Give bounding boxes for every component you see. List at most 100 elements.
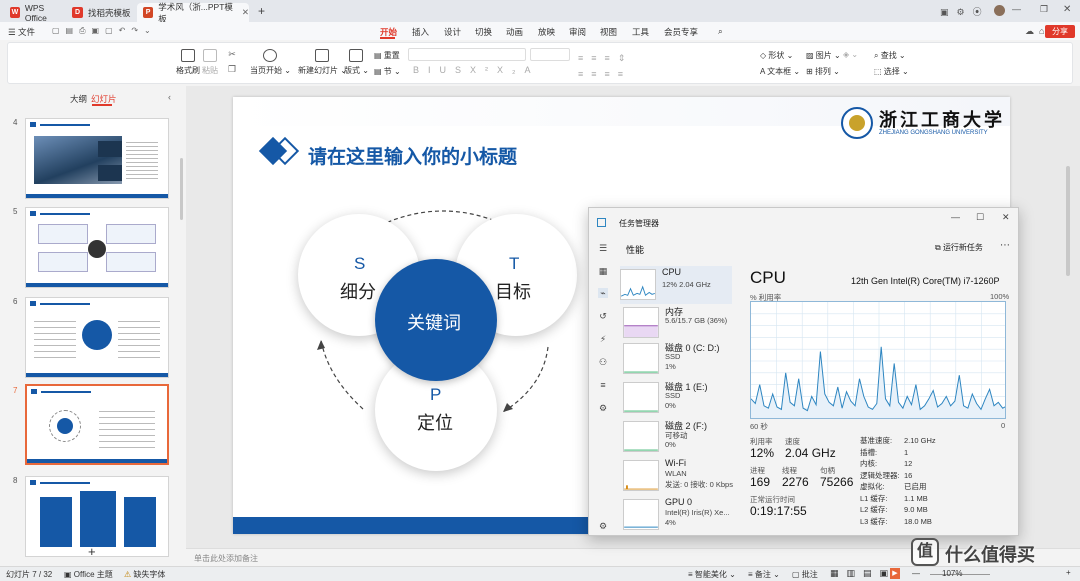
perf-item-disk-1[interactable]: 磁盘 1 (E:) SSD 0%	[623, 379, 733, 417]
minimize-button[interactable]: —	[1012, 4, 1021, 14]
university-seal	[841, 107, 873, 139]
processes-icon[interactable]: ▦	[598, 266, 608, 276]
layout-button[interactable]: 版式 ⌄	[344, 49, 369, 76]
slide-thumbnail-5[interactable]	[25, 207, 169, 288]
slide-thumbnail-4[interactable]	[25, 118, 169, 199]
new-tab-button[interactable]: +	[258, 4, 265, 18]
zoom-out-icon[interactable]: —	[912, 569, 920, 578]
tab-review[interactable]: 审阅	[569, 26, 586, 38]
smart-beautify-button[interactable]: ≡ 智能美化 ⌄	[688, 569, 736, 580]
section-button[interactable]: ▤ 节 ⌄	[374, 66, 401, 77]
panel-scrollbar[interactable]	[180, 158, 183, 220]
font-size-select[interactable]	[530, 48, 570, 61]
tab-outline[interactable]: 大纲	[70, 93, 87, 105]
tab-design[interactable]: 设计	[444, 26, 461, 38]
perf-item-disk-0[interactable]: 磁盘 0 (C: D:) SSD 1%	[623, 340, 733, 378]
arrange-button[interactable]: ⊞ 排列 ⌄	[806, 66, 840, 77]
docer-icon: D	[72, 7, 83, 18]
font-style-buttons[interactable]: BIUSX²X₂A	[413, 65, 540, 75]
history-icon[interactable]: ↺	[598, 311, 608, 321]
notes-button[interactable]: ≡ 备注 ⌄	[748, 569, 780, 580]
maximize-button[interactable]: ❐	[1040, 4, 1048, 15]
share-button[interactable]: 分享	[1045, 25, 1075, 38]
tab-slideshow[interactable]: 放映	[538, 26, 555, 38]
hamburger-icon[interactable]: ☰	[598, 243, 608, 253]
taskmgr-close-button[interactable]: ✕	[1002, 212, 1010, 223]
file-menu[interactable]: ☰ 文件	[8, 26, 35, 38]
clipboard-icon	[203, 49, 217, 62]
search-icon[interactable]: ⌕	[718, 26, 723, 37]
reset-button[interactable]: ▤ 重置	[374, 50, 400, 61]
play-slideshow-icon[interactable]: ▶	[890, 568, 900, 579]
comment-button[interactable]: ▢ 批注	[792, 569, 818, 580]
play-current-button[interactable]: 当页开始 ⌄	[250, 49, 291, 76]
perf-item-gpu[interactable]: GPU 0 Intel(R) Iris(R) Xe... 4%	[623, 496, 733, 534]
tab-member[interactable]: 会员专享	[664, 26, 698, 38]
perf-item-detail: WLAN	[665, 469, 687, 478]
missing-font-button[interactable]: ⚠ 缺失字体	[124, 569, 165, 580]
task-manager-window[interactable]: 任务管理器 — ☐ ✕ ☰ ▦ ⌁ ↺ ⚡ ⚇ ≡ ⚙ ⚙ 性能 ⧉ 运行新任务…	[588, 207, 1019, 536]
textbox-button[interactable]: A 文本框 ⌄	[760, 66, 800, 77]
slide-thumbnail-8[interactable]	[25, 476, 169, 557]
zoom-in-icon[interactable]: +	[1066, 568, 1071, 577]
paragraph-buttons[interactable]: ≡≡≡⇕ ≡≡≡≡	[578, 50, 633, 82]
threads-value: 2276	[782, 475, 809, 489]
spec-label: 基准速度:	[860, 436, 893, 445]
users-icon[interactable]: ⚇	[598, 357, 608, 367]
theme-name[interactable]: ▣ Office 主题	[64, 569, 113, 580]
tab-insert[interactable]: 插入	[412, 26, 429, 38]
perf-item-wifi[interactable]: Wi-Fi WLAN 发送: 0 接收: 0 Kbps	[623, 457, 733, 495]
zoom-level[interactable]: 107%	[942, 569, 962, 578]
perf-item-memory[interactable]: 内存 5.6/15.7 GB (36%)	[623, 304, 733, 342]
tab-view[interactable]: 视图	[600, 26, 617, 38]
canvas-scrollbar[interactable]	[1066, 166, 1070, 276]
tab-wps-office[interactable]: W WPS Office	[4, 3, 64, 23]
taskmgr-maximize-button[interactable]: ☐	[976, 212, 984, 223]
avatar[interactable]	[994, 5, 1005, 16]
center-circle[interactable]: 关键词	[375, 259, 497, 381]
font-family-select[interactable]	[408, 48, 526, 61]
details-icon[interactable]: ≡	[598, 380, 608, 390]
settings-icon[interactable]: ⚙	[598, 521, 608, 531]
slide-thumbnail-6[interactable]	[25, 297, 169, 378]
perf-item-disk-2[interactable]: 磁盘 2 (F:) 可移动 0%	[623, 418, 733, 456]
add-slide-button[interactable]: +	[88, 544, 96, 559]
cut-copy-icons[interactable]: ✂ ❐	[228, 47, 236, 77]
format-painter-button[interactable]: 格式刷	[176, 49, 200, 76]
perf-item-value: 0%	[665, 440, 676, 449]
services-icon[interactable]: ⚙	[598, 403, 608, 413]
tab-ppt[interactable]: P 学术风（浙...PPT模板 ✕	[137, 2, 249, 24]
quick-access-icons[interactable]: ▢▤⎙▣▢↶↷⌄	[52, 26, 157, 36]
close-button[interactable]: ✕	[1063, 4, 1071, 15]
tab-animation[interactable]: 动画	[506, 26, 523, 38]
picture-button[interactable]: ▨ 图片 ⌄	[806, 50, 841, 61]
tab-docer[interactable]: D 找稻壳模板	[66, 3, 136, 22]
perf-item-value: 4%	[665, 518, 676, 527]
startup-icon[interactable]: ⚡	[598, 334, 608, 344]
find-button[interactable]: ⌕ 查找 ⌄	[874, 50, 906, 61]
cpu-usage-graph	[750, 301, 1006, 419]
shape-button[interactable]: ◇ 形状 ⌄	[760, 50, 793, 61]
taskmgr-minimize-button[interactable]: —	[951, 212, 960, 222]
spec-value: 12	[904, 459, 913, 468]
perf-item-detail: 5.6/15.7 GB (36%)	[665, 316, 728, 325]
perf-item-cpu[interactable]: CPU 12% 2.04 GHz	[620, 266, 732, 304]
tab-transition[interactable]: 切换	[475, 26, 492, 38]
thumb-footer	[26, 194, 168, 198]
paste-button[interactable]: 粘贴	[202, 49, 218, 76]
more-options-icon[interactable]: ⋯	[1000, 240, 1010, 251]
thumb-title-line	[41, 391, 91, 393]
tab-close-icon[interactable]: ✕	[242, 7, 249, 18]
slide-subtitle[interactable]: 请在这里输入你的小标题	[308, 142, 517, 169]
new-slide-button[interactable]: 新建幻灯片 ⌄	[298, 49, 347, 76]
fill-button[interactable]: ◈ ⌄	[843, 50, 858, 59]
view-mode-icons[interactable]: ▦▥▤▣	[830, 568, 896, 579]
collapse-panel-icon[interactable]: ‹	[168, 92, 171, 102]
performance-icon[interactable]: ⌁	[598, 288, 608, 298]
select-button[interactable]: ⬚ 选择 ⌄	[874, 66, 909, 77]
spec-row: 内核: 12	[860, 458, 936, 470]
thumb-diamond	[30, 301, 36, 306]
run-new-task-button[interactable]: ⧉ 运行新任务	[935, 242, 983, 253]
slide-thumbnail-7[interactable]	[25, 384, 169, 465]
tab-tools[interactable]: 工具	[632, 26, 649, 38]
